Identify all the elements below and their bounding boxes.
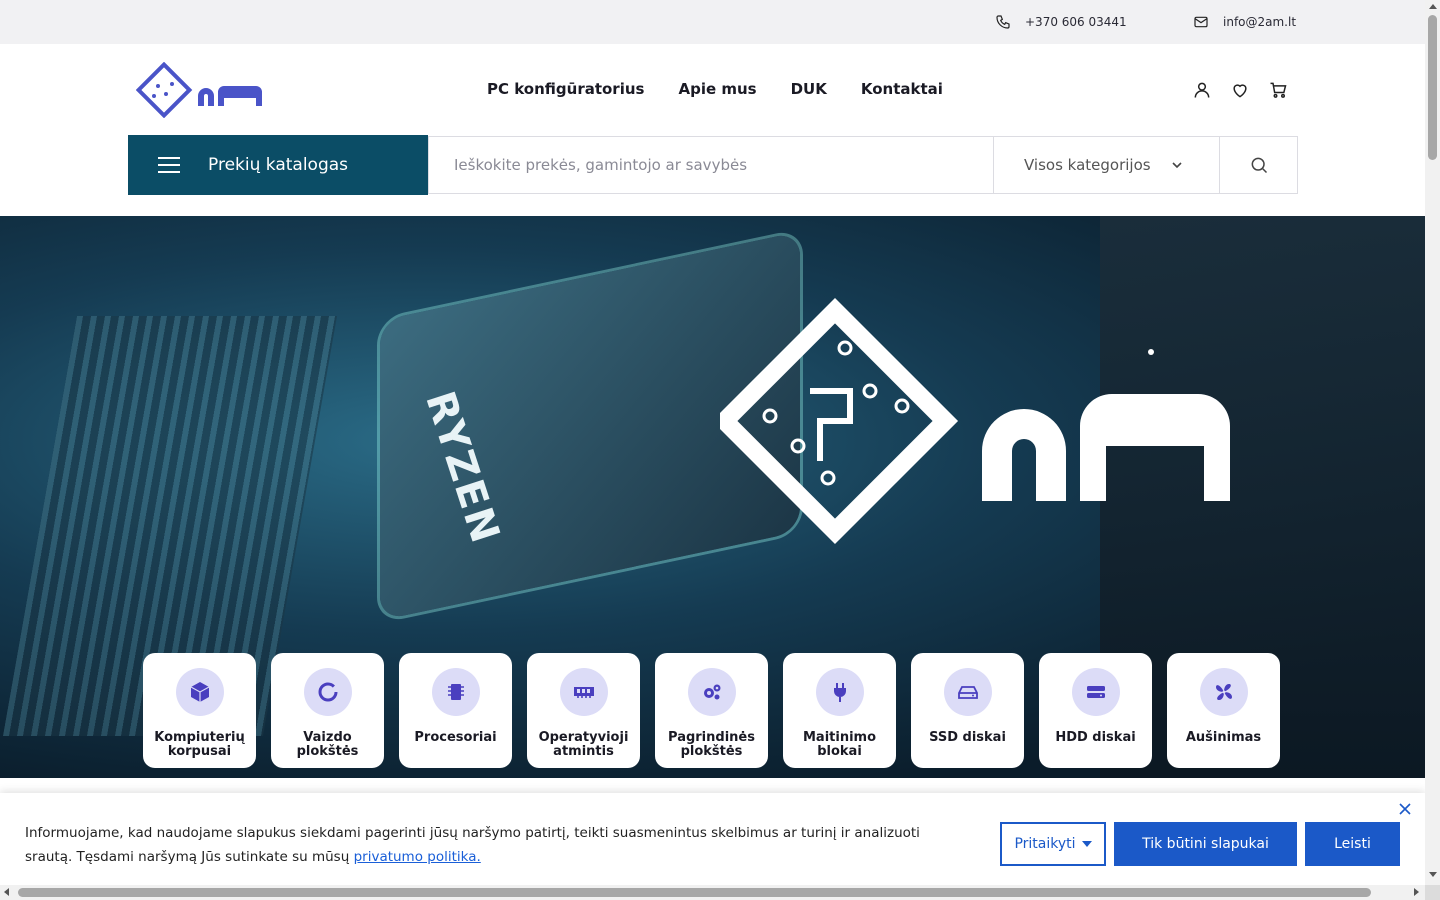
phone-number[interactable]: +370 606 03441 <box>1025 15 1127 29</box>
category-label: Pagrindinės plokštės <box>668 730 755 759</box>
category-label: Vaizdo plokštės <box>296 730 359 759</box>
scroll-right-icon[interactable] <box>1414 888 1419 896</box>
category-tile-cooling[interactable]: Aušinimas <box>1167 653 1280 768</box>
email-contact[interactable]: info@2am.lt <box>1193 14 1296 30</box>
category-tile-ram[interactable]: Operatyvioji atmintis <box>527 653 640 768</box>
scroll-up-icon[interactable] <box>1429 4 1437 9</box>
cookie-banner: Informuojame, kad naudojame slapukus sie… <box>0 793 1425 885</box>
email-address[interactable]: info@2am.lt <box>1223 15 1296 29</box>
category-tile-cases[interactable]: Kompiuterių korpusai <box>143 653 256 768</box>
chip-icon <box>447 684 464 700</box>
menu-icon <box>158 157 180 173</box>
wishlist-icon[interactable] <box>1230 80 1250 100</box>
phone-icon <box>996 15 1010 29</box>
search-icon <box>1251 157 1267 174</box>
category-select[interactable]: Visos kategorijos <box>993 137 1219 193</box>
header-actions <box>1192 80 1288 100</box>
close-icon[interactable] <box>1398 802 1412 816</box>
category-label: Maitinimo blokai <box>802 730 877 759</box>
ram-icon <box>573 687 594 698</box>
category-label: Procesoriai <box>414 730 497 745</box>
cube-icon <box>190 682 209 702</box>
site-logo[interactable] <box>136 62 272 118</box>
search-button[interactable] <box>1219 137 1297 193</box>
category-tile-hdd[interactable]: HDD diskai <box>1039 653 1152 768</box>
hdd-icon <box>1086 686 1105 698</box>
drive-icon <box>957 686 978 699</box>
scrollbar-corner <box>1425 885 1440 900</box>
chevron-down-icon <box>1172 162 1182 169</box>
site-header: PC konfigūratorius Apie mus DUK Kontakta… <box>0 44 1425 216</box>
plug-icon <box>833 683 846 702</box>
phone-contact[interactable]: +370 606 03441 <box>995 14 1127 30</box>
nav-contacts[interactable]: Kontaktai <box>861 80 943 98</box>
search-bar: Visos kategorijos <box>428 136 1298 194</box>
hero-banner: RYZEN Kompiuterių korpusai Vaizdo plokšt… <box>0 216 1425 778</box>
nav-pc-configurator[interactable]: PC konfigūratorius <box>487 80 644 98</box>
nav-faq[interactable]: DUK <box>791 80 827 98</box>
main-nav: PC konfigūratorius Apie mus DUK Kontakta… <box>487 80 943 98</box>
category-label: HDD diskai <box>1055 730 1136 745</box>
account-icon[interactable] <box>1192 80 1212 100</box>
category-label: SSD diskai <box>929 730 1006 745</box>
mail-icon <box>1194 16 1208 28</box>
horizontal-scroll-thumb[interactable] <box>18 888 1371 897</box>
allow-cookies-button[interactable]: Leisti <box>1305 822 1400 866</box>
top-contact-bar: +370 606 03441 info@2am.lt <box>0 0 1425 44</box>
horizontal-scrollbar[interactable] <box>0 885 1425 900</box>
category-tile-ssd[interactable]: SSD diskai <box>911 653 1024 768</box>
gears-icon <box>703 684 720 700</box>
ring-icon <box>318 682 337 702</box>
fan-icon <box>1215 684 1232 700</box>
category-label: Kompiuterių korpusai <box>154 730 245 759</box>
vertical-scrollbar[interactable] <box>1425 0 1440 885</box>
product-catalog-button[interactable]: Prekių katalogas <box>128 135 428 195</box>
category-label: Aušinimas <box>1185 730 1262 745</box>
essential-cookies-button[interactable]: Tik būtini slapukai <box>1114 822 1297 866</box>
privacy-policy-link[interactable]: privatumo politika. <box>354 849 481 865</box>
category-tile-psus[interactable]: Maitinimo blokai <box>783 653 896 768</box>
scroll-down-icon[interactable] <box>1429 872 1437 877</box>
nav-about[interactable]: Apie mus <box>678 80 756 98</box>
customize-cookies-button[interactable]: Pritaikyti <box>1000 822 1106 866</box>
category-select-value: Visos kategorijos <box>1024 156 1151 174</box>
customize-label: Pritaikyti <box>1014 836 1076 852</box>
category-tiles: Kompiuterių korpusai Vaizdo plokštės Pro… <box>143 653 1280 768</box>
caret-down-icon <box>1081 841 1092 847</box>
search-input[interactable] <box>429 137 993 193</box>
hero-logo <box>720 297 1230 545</box>
vertical-scroll-thumb[interactable] <box>1428 15 1437 160</box>
category-tile-cpus[interactable]: Procesoriai <box>399 653 512 768</box>
cart-icon[interactable] <box>1268 80 1288 100</box>
scroll-left-icon[interactable] <box>4 888 9 896</box>
category-tile-gpus[interactable]: Vaizdo plokštės <box>271 653 384 768</box>
category-tile-motherboards[interactable]: Pagrindinės plokštės <box>655 653 768 768</box>
catalog-label: Prekių katalogas <box>208 155 349 175</box>
category-label: Operatyvioji atmintis <box>538 730 629 759</box>
cookie-text: Informuojame, kad naudojame slapukus sie… <box>25 821 965 869</box>
